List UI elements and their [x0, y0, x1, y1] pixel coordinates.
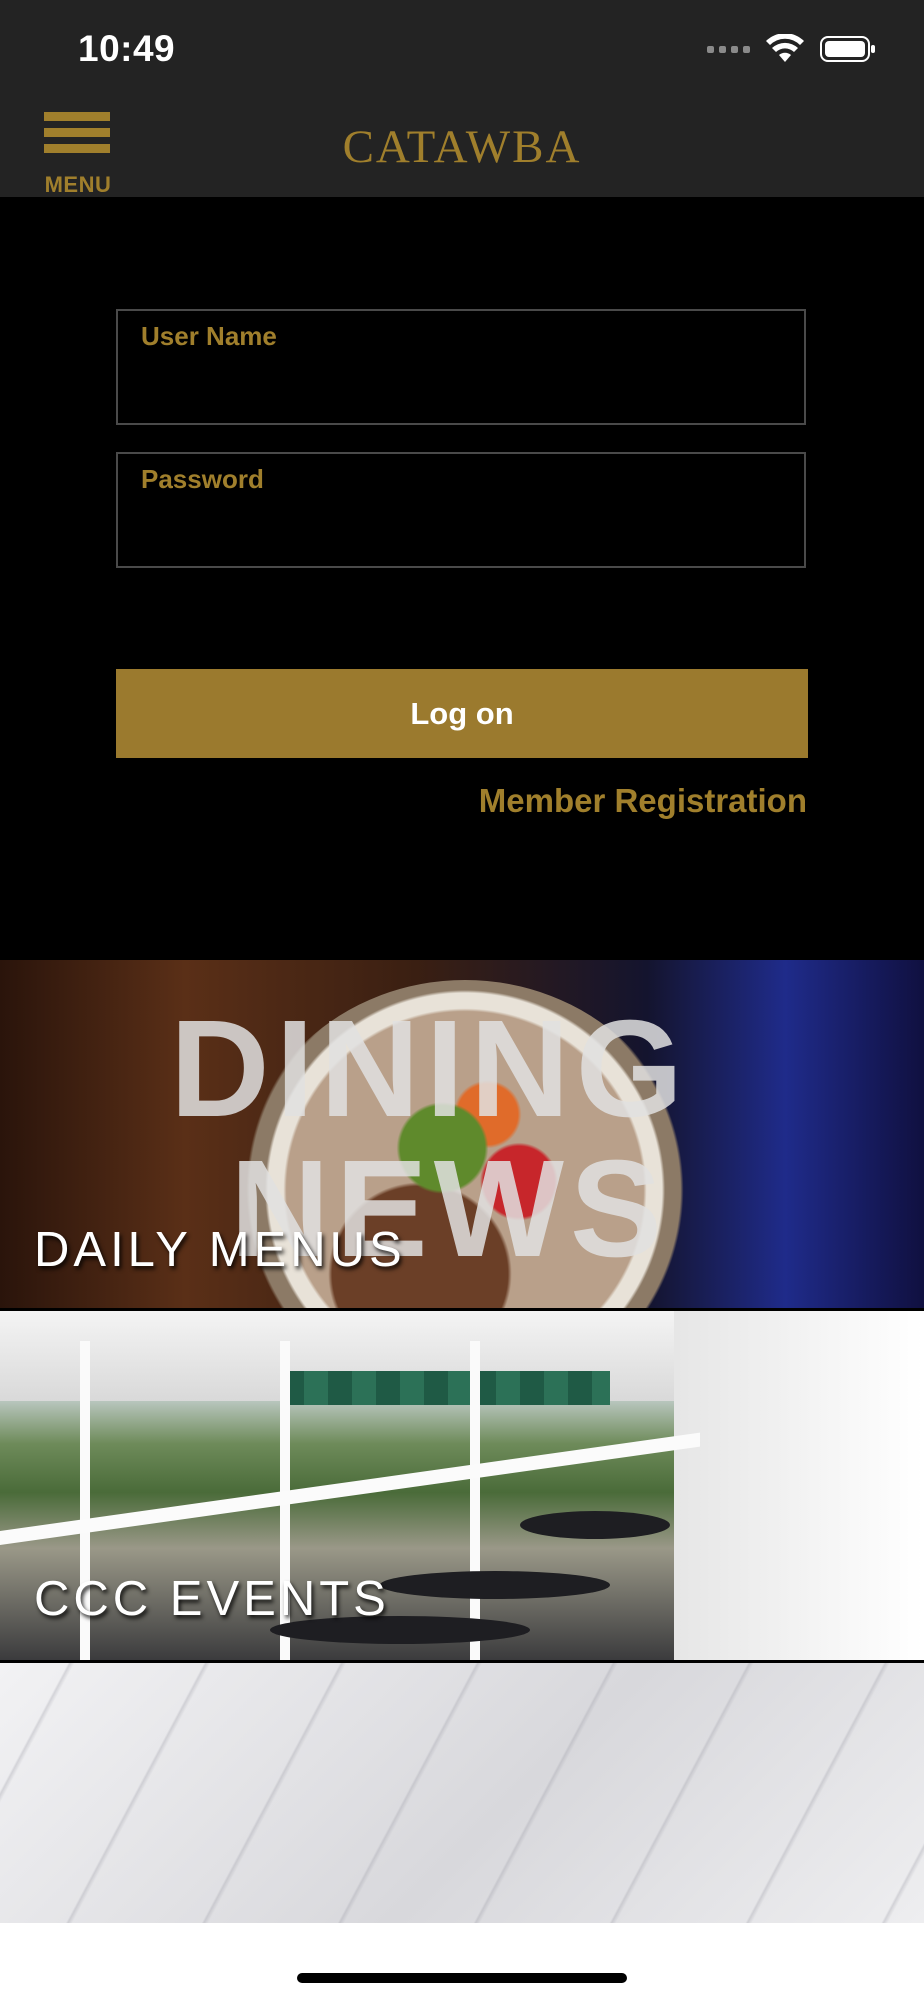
password-field[interactable]: Password	[116, 452, 806, 568]
status-time: 10:49	[78, 28, 176, 69]
porch-awning	[280, 1371, 610, 1405]
home-indicator-area	[0, 1923, 924, 2000]
battery-icon	[820, 36, 875, 62]
password-label: Password	[141, 464, 264, 494]
menu-label: MENU	[44, 172, 112, 197]
signal-dots-icon	[707, 45, 750, 53]
status-icons	[707, 34, 876, 64]
porch-post	[470, 1341, 480, 1660]
tile-ccc-events[interactable]: CCC EVENTS	[0, 1311, 924, 1660]
home-indicator[interactable]	[297, 1973, 627, 1983]
porch-table	[520, 1511, 670, 1539]
tile-label-ccc-events: CCC EVENTS	[34, 1572, 390, 1626]
username-input[interactable]	[141, 363, 785, 413]
logon-button[interactable]: Log on	[116, 669, 808, 758]
app-header: MENU CATAWBA	[0, 100, 924, 197]
papers-image	[0, 1663, 924, 1923]
dining-image-word: DINING	[170, 992, 689, 1146]
porch-wall	[674, 1311, 924, 1660]
password-input[interactable]	[141, 506, 785, 556]
tile-label-daily-menus: DAILY MENUS	[34, 1223, 406, 1277]
porch-table	[380, 1571, 610, 1599]
wifi-icon	[766, 34, 804, 62]
tile-papers[interactable]	[0, 1663, 924, 1923]
member-registration-link[interactable]: Member Registration	[479, 782, 807, 820]
username-field[interactable]: User Name	[116, 309, 806, 425]
tile-daily-menus[interactable]: DINING NEWS DAILY MENUS	[0, 960, 924, 1308]
status-bar: 10:49	[0, 0, 924, 100]
brand-logo: CATAWBA	[342, 121, 582, 173]
username-label: User Name	[141, 321, 277, 351]
